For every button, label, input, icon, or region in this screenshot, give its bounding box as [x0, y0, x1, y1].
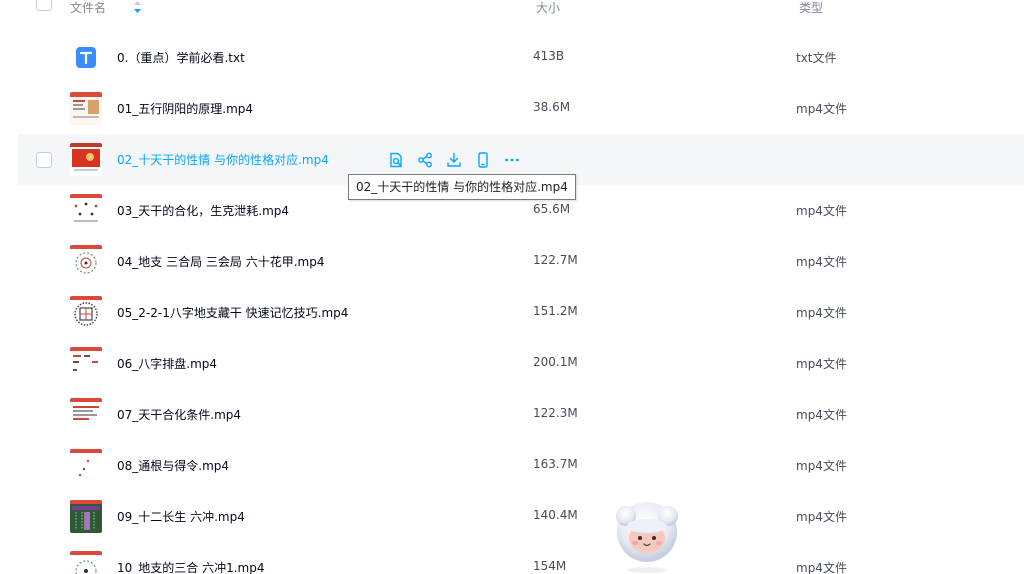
file-row[interactable]: 09_十二长生 六冲.mp4 140.4M mp4文件 [18, 491, 1024, 542]
txt-file-icon [70, 41, 102, 74]
file-size: 122.7M [533, 253, 578, 267]
file-list-header: 文件名 大小 类型 [18, 0, 1024, 20]
preview-icon[interactable] [387, 151, 405, 169]
video-thumbnail [70, 551, 102, 574]
file-row[interactable]: 01_五行阴阳的原理.mp4 38.6M mp4文件 [18, 83, 1024, 134]
file-type: mp4文件 [796, 357, 847, 371]
video-thumbnail [70, 194, 102, 227]
file-row[interactable]: 08_通根与得令.mp4 163.7M mp4文件 [18, 440, 1024, 491]
video-thumbnail [70, 347, 102, 380]
file-type: txt文件 [796, 51, 837, 65]
video-thumbnail [70, 398, 102, 431]
file-name-tooltip: 02_十天干的性情 与你的性格对应.mp4 [348, 174, 576, 200]
file-name[interactable]: 0.（重点）学前必看.txt [117, 49, 245, 66]
file-type: mp4文件 [796, 459, 847, 473]
share-icon[interactable] [416, 151, 434, 169]
file-name[interactable]: 06_八字排盘.mp4 [117, 355, 217, 372]
file-type: mp4文件 [796, 561, 847, 574]
video-thumbnail [70, 143, 102, 176]
file-type: mp4文件 [796, 255, 847, 269]
file-size: 65.6M [533, 202, 571, 216]
file-row[interactable]: 06_八字排盘.mp4 200.1M mp4文件 [18, 338, 1024, 389]
file-size: 154M [533, 559, 567, 573]
column-header-type[interactable]: 类型 [799, 0, 823, 16]
assistant-mascot-icon[interactable] [608, 496, 686, 574]
file-row[interactable]: 07_天干合化条件.mp4 122.3M mp4文件 [18, 389, 1024, 440]
file-row[interactable]: 0.（重点）学前必看.txt 413B txt文件 [18, 32, 1024, 83]
file-name[interactable]: 01_五行阴阳的原理.mp4 [117, 100, 253, 117]
file-size: 140.4M [533, 508, 578, 522]
row-checkbox[interactable] [36, 152, 52, 168]
file-type: mp4文件 [796, 306, 847, 320]
file-size: 163.7M [533, 457, 578, 471]
video-thumbnail [70, 449, 102, 482]
file-size: 151.2M [533, 304, 578, 318]
file-row[interactable]: 10_地支的三合 六冲1.mp4 154M mp4文件 [18, 542, 1024, 574]
file-name[interactable]: 10_地支的三合 六冲1.mp4 [117, 559, 264, 574]
select-all-checkbox[interactable] [36, 0, 52, 11]
file-size: 122.3M [533, 406, 578, 420]
video-thumbnail [70, 92, 102, 125]
file-row[interactable]: 05_2-2-1八字地支藏干 快速记忆技巧.mp4 151.2M mp4文件 [18, 287, 1024, 338]
file-type: mp4文件 [796, 408, 847, 422]
file-size: 38.6M [533, 100, 571, 114]
video-thumbnail [70, 296, 102, 329]
send-to-phone-icon[interactable] [474, 151, 492, 169]
video-thumbnail [70, 500, 102, 533]
sort-icon[interactable] [133, 0, 142, 14]
more-icon[interactable] [503, 151, 521, 169]
video-thumbnail [70, 245, 102, 278]
file-type: mp4文件 [796, 510, 847, 524]
file-row[interactable]: 04_地支 三合局 三会局 六十花甲.mp4 122.7M mp4文件 [18, 236, 1024, 287]
file-size: 413B [533, 49, 565, 63]
file-name[interactable]: 04_地支 三合局 三会局 六十花甲.mp4 [117, 253, 324, 270]
file-name[interactable]: 08_通根与得令.mp4 [117, 457, 229, 474]
file-size: 200.1M [533, 355, 578, 369]
file-name[interactable]: 05_2-2-1八字地支藏干 快速记忆技巧.mp4 [117, 304, 348, 321]
file-name[interactable]: 02_十天干的性情 与你的性格对应.mp4 [117, 151, 329, 168]
download-icon[interactable] [445, 151, 463, 169]
file-name[interactable]: 07_天干合化条件.mp4 [117, 406, 241, 423]
column-header-name[interactable]: 文件名 [70, 0, 106, 16]
file-name[interactable]: 03_天干的合化，生克泄耗.mp4 [117, 202, 289, 219]
file-name[interactable]: 09_十二长生 六冲.mp4 [117, 508, 245, 525]
file-type: mp4文件 [796, 204, 847, 218]
column-header-size[interactable]: 大小 [536, 0, 560, 16]
file-type: mp4文件 [796, 102, 847, 116]
